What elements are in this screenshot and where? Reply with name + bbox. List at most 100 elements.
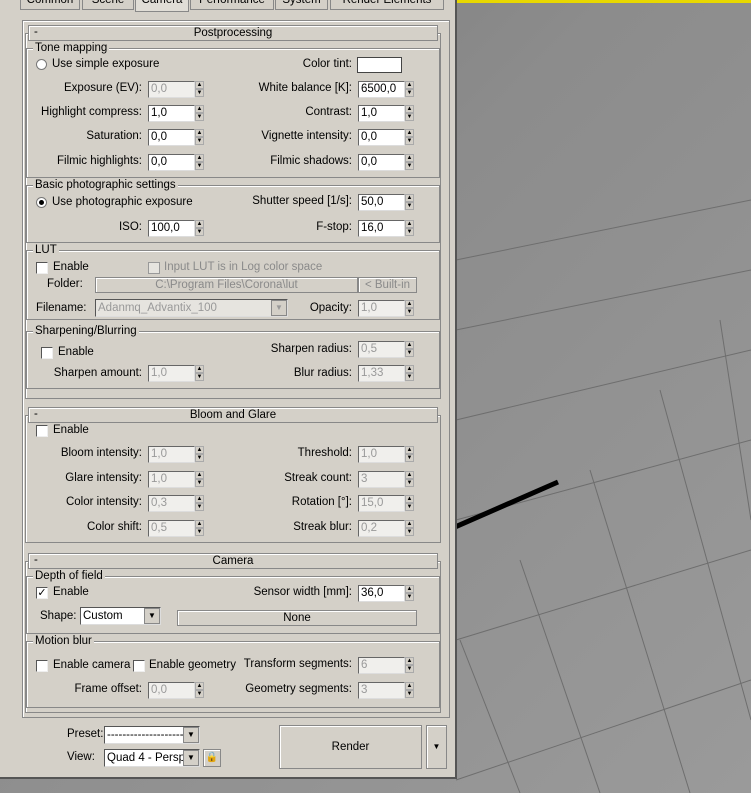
color-intensity-spinner[interactable]: 0,3 ▲ ▼: [148, 495, 204, 512]
white-balance-label: White balance [K]:: [258, 82, 352, 94]
chevron-down-icon: ▼: [432, 742, 441, 751]
sharpen-radius-label: Sharpen radius:: [270, 343, 352, 355]
group-title: LUT: [33, 243, 59, 257]
preset-label: Preset:: [67, 728, 104, 740]
camera-rollout-header[interactable]: - Camera: [28, 553, 438, 569]
color-shift-spinner[interactable]: 0,5 ▲ ▼: [148, 520, 204, 537]
group-title: Tone mapping: [33, 41, 110, 55]
enable-geometry-checkbox[interactable]: [133, 660, 145, 672]
log-space-label: Input LUT is in Log color space: [164, 261, 323, 273]
filmic-shadows-label: Filmic shadows:: [270, 155, 352, 167]
frame-offset-spinner[interactable]: 0,0 ▲ ▼: [148, 682, 204, 699]
tab-system[interactable]: System: [275, 0, 328, 10]
sharpen-enable-label: Enable: [58, 346, 94, 358]
highlight-compress-label: Highlight compress:: [41, 106, 142, 118]
transform-segments-spinner[interactable]: 6 ▲ ▼: [358, 657, 414, 674]
viewport-border: [456, 0, 751, 3]
shape-dropdown[interactable]: Custom ▼: [80, 607, 161, 625]
highlight-compress-spinner[interactable]: 1,0 ▲ ▼: [148, 105, 204, 122]
group-title: Sharpening/Blurring: [33, 324, 139, 338]
log-space-checkbox[interactable]: [148, 262, 160, 274]
glare-intensity-spinner[interactable]: 1,0 ▲ ▼: [148, 471, 204, 488]
streak-blur-label: Streak blur:: [293, 521, 352, 533]
rollout-title: Postprocessing: [193, 27, 273, 39]
bloom-enable-label: Enable: [53, 424, 89, 436]
enable-camera-label: Enable camera: [53, 659, 131, 671]
dof-enable-label: Enable: [53, 586, 89, 598]
vignette-spinner[interactable]: 0,0 ▲ ▼: [358, 129, 414, 146]
postprocessing-rollout-header[interactable]: - Postprocessing: [28, 25, 438, 41]
opacity-label: Opacity:: [309, 302, 352, 314]
bloom-rollout-header[interactable]: - Bloom and Glare: [28, 407, 438, 423]
lut-enable-label: Enable: [53, 261, 89, 273]
filmic-shadows-spinner[interactable]: 0,0 ▲ ▼: [358, 154, 414, 171]
f-stop-label: F-stop:: [316, 221, 352, 233]
lock-icon: 🔒: [205, 752, 219, 763]
color-tint-label: Color tint:: [302, 58, 352, 70]
streak-blur-spinner[interactable]: 0,2 ▲ ▼: [358, 520, 414, 537]
color-intensity-label: Color intensity:: [65, 496, 142, 508]
bloom-intensity-spinner[interactable]: 1,0 ▲ ▼: [148, 446, 204, 463]
folder-path-button[interactable]: C:\Program Files\Corona\lut: [95, 277, 358, 293]
collapse-icon: -: [34, 26, 38, 38]
opacity-spinner[interactable]: 1,0 ▲ ▼: [358, 300, 414, 317]
white-balance-spinner[interactable]: 6500,0 ▲ ▼: [358, 81, 414, 98]
sharpen-amount-spinner[interactable]: 1,0 ▲ ▼: [148, 365, 204, 382]
lut-enable-checkbox[interactable]: [36, 262, 48, 274]
color-tint-swatch[interactable]: [357, 57, 402, 73]
simple-exposure-label: Use simple exposure: [52, 58, 160, 70]
sensor-width-spinner[interactable]: 36,0 ▲ ▼: [358, 585, 414, 602]
blur-radius-spinner[interactable]: 1,33 ▲ ▼: [358, 365, 414, 382]
built-in-button[interactable]: < Built-in: [358, 277, 417, 293]
sharpen-enable-checkbox[interactable]: [41, 347, 53, 359]
photographic-exposure-radio[interactable]: [36, 197, 47, 208]
simple-exposure-radio[interactable]: [36, 59, 47, 70]
bokeh-map-none-button[interactable]: None: [177, 610, 417, 626]
shutter-speed-spinner[interactable]: 50,0 ▲ ▼: [358, 194, 414, 211]
saturation-spinner[interactable]: 0,0 ▲ ▼: [148, 129, 204, 146]
render-options-dropdown[interactable]: ▼: [426, 725, 447, 769]
tab-scene[interactable]: Scene: [82, 0, 134, 10]
chevron-down-icon: ▼: [183, 727, 199, 743]
chevron-down-icon: ▼: [183, 750, 199, 766]
group-title: Basic photographic settings: [33, 178, 178, 192]
threshold-label: Threshold:: [297, 447, 352, 459]
iso-spinner[interactable]: 100,0 ▲ ▼: [148, 220, 204, 237]
bloom-enable-checkbox[interactable]: [36, 425, 48, 437]
exposure-label: Exposure (EV):: [64, 82, 142, 94]
tab-performance[interactable]: Performance: [190, 0, 274, 10]
render-button[interactable]: Render: [279, 725, 422, 769]
sensor-width-label: Sensor width [mm]:: [253, 586, 352, 598]
dof-enable-checkbox[interactable]: ✓: [36, 587, 48, 599]
tab-common[interactable]: Common: [20, 0, 80, 10]
blur-radius-label: Blur radius:: [293, 367, 352, 379]
bloom-intensity-label: Bloom intensity:: [60, 447, 142, 459]
group-title: Motion blur: [33, 634, 94, 648]
rotation-label: Rotation [°]:: [291, 496, 352, 508]
preset-dropdown[interactable]: -------------------- ▼: [104, 726, 200, 744]
contrast-spinner[interactable]: 1,0 ▲ ▼: [358, 105, 414, 122]
geometry-segments-spinner[interactable]: 3 ▲ ▼: [358, 682, 414, 699]
rotation-spinner[interactable]: 15,0 ▲ ▼: [358, 495, 414, 512]
streak-count-spinner[interactable]: 3 ▲ ▼: [358, 471, 414, 488]
view-dropdown[interactable]: Quad 4 - Perspe ▼: [104, 749, 200, 767]
exposure-spinner[interactable]: 0,0 ▲ ▼: [148, 81, 204, 98]
lock-view-button[interactable]: 🔒: [203, 749, 221, 767]
folder-label: Folder:: [47, 278, 83, 290]
filmic-highlights-spinner[interactable]: 0,0 ▲ ▼: [148, 154, 204, 171]
threshold-spinner[interactable]: 1,0 ▲ ▼: [358, 446, 414, 463]
enable-camera-checkbox[interactable]: [36, 660, 48, 672]
rollout-title: Bloom and Glare: [189, 409, 277, 421]
group-title: Depth of field: [33, 569, 105, 583]
sharpen-radius-spinner[interactable]: 0,5 ▲ ▼: [358, 341, 414, 358]
collapse-icon: -: [34, 408, 38, 420]
iso-label: ISO:: [118, 221, 142, 233]
geometry-segments-label: Geometry segments:: [245, 683, 352, 695]
tab-camera[interactable]: Camera: [135, 0, 189, 12]
view-label: View:: [67, 751, 95, 763]
streak-count-label: Streak count:: [284, 472, 352, 484]
tab-render-elements[interactable]: Render Elements: [330, 0, 444, 10]
f-stop-spinner[interactable]: 16,0 ▲ ▼: [358, 220, 414, 237]
collapse-icon: -: [34, 554, 38, 566]
chevron-down-icon: ▼: [144, 608, 160, 624]
